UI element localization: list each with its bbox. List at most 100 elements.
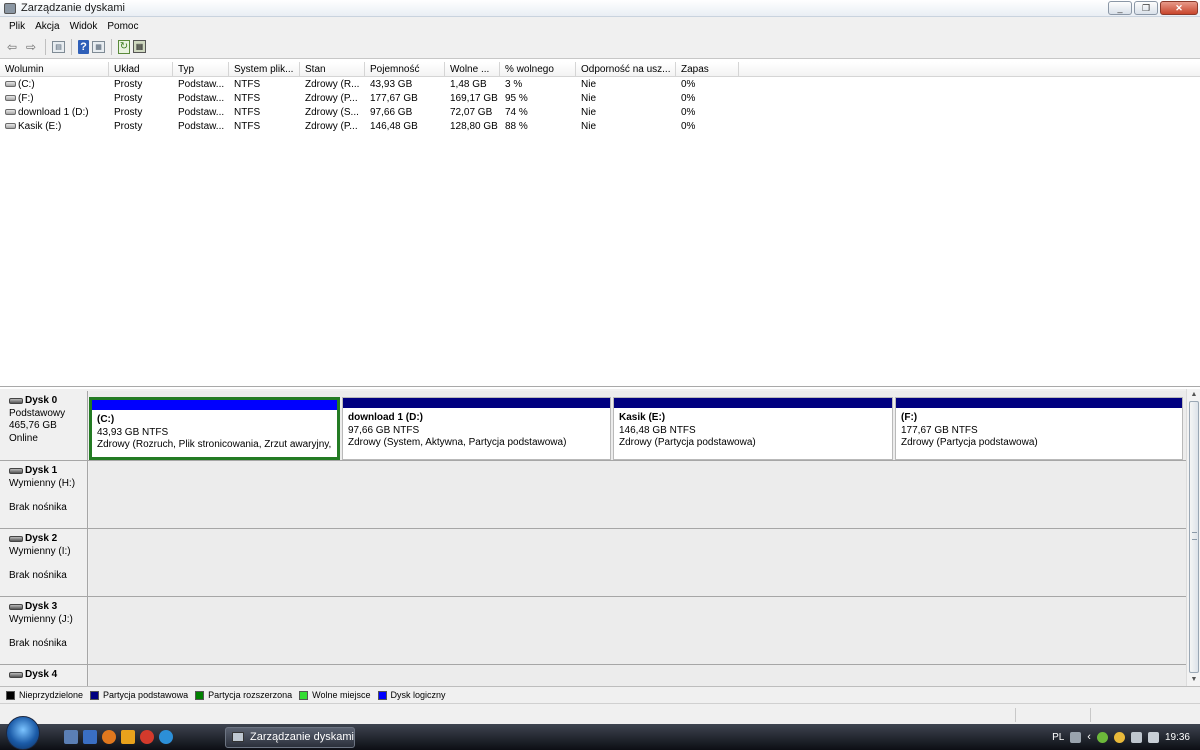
taskbar-button-disk-management[interactable]: Zarządzanie dyskami xyxy=(225,726,355,748)
table-row[interactable]: download 1 (D:) Prosty Podstaw... NTFS Z… xyxy=(0,106,1200,120)
cell-wolumin: (C:) xyxy=(0,78,109,92)
disk-label[interactable]: Dysk 2 Wymienny (I:) Brak nośnika xyxy=(2,529,88,596)
legend-item: Partycja rozszerzona xyxy=(195,690,292,700)
disk-label[interactable]: Dysk 4 xyxy=(2,665,88,686)
partition-c[interactable]: (C:) 43,93 GB NTFS Zdrowy (Rozruch, Plik… xyxy=(89,397,340,460)
removable-disk-icon xyxy=(9,468,23,475)
disk-label[interactable]: Dysk 3 Wymienny (J:) Brak nośnika xyxy=(2,597,88,664)
properties-icon[interactable]: ▦ xyxy=(92,40,105,53)
cell-zapas: 0% xyxy=(681,121,696,132)
show-hide-tree-icon[interactable]: ▤ xyxy=(52,40,65,53)
table-row[interactable]: (C:) Prosty Podstaw... NTFS Zdrowy (R...… xyxy=(0,78,1200,92)
forward-arrow-icon[interactable]: ⇨ xyxy=(23,39,39,55)
scrollbar-thumb[interactable] xyxy=(1189,401,1199,673)
disk-area xyxy=(89,597,1186,664)
network-icon[interactable] xyxy=(1130,731,1142,743)
disk-label[interactable]: Dysk 1 Wymienny (H:) Brak nośnika xyxy=(2,461,88,528)
scroll-grip-icon xyxy=(1192,532,1197,540)
language-indicator[interactable]: PL xyxy=(1052,732,1064,743)
start-button[interactable] xyxy=(6,716,40,750)
column-header-zapas[interactable]: Zapas xyxy=(676,62,739,77)
scroll-down-icon[interactable]: ▼ xyxy=(1187,674,1200,686)
close-button[interactable]: ✕ xyxy=(1160,1,1198,15)
cell-typ: Podstaw... xyxy=(178,107,225,118)
column-header-wolumin[interactable]: Wolumin xyxy=(0,62,109,77)
removable-disk-icon xyxy=(9,536,23,543)
toolbar-separator xyxy=(45,38,46,55)
cell-wolumin: (F:) xyxy=(0,92,109,106)
cell-zapas: 0% xyxy=(681,107,696,118)
partition-d[interactable]: download 1 (D:) 97,66 GB NTFS Zdrowy (Sy… xyxy=(342,397,611,460)
disk-row-dysk-2[interactable]: Dysk 2 Wymienny (I:) Brak nośnika xyxy=(0,529,1186,597)
antivirus-icon[interactable] xyxy=(1113,731,1125,743)
partition-info: (F:) 177,67 GB NTFS Zdrowy (Partycja pod… xyxy=(896,408,1182,450)
column-header-uklad[interactable]: Układ xyxy=(109,62,173,77)
column-header-procent-wolnego[interactable]: % wolnego xyxy=(500,62,576,77)
disk-row-dysk-1[interactable]: Dysk 1 Wymienny (H:) Brak nośnika xyxy=(0,461,1186,529)
partition-name: (C:) xyxy=(97,414,115,425)
disk-row-dysk-3[interactable]: Dysk 3 Wymienny (J:) Brak nośnika xyxy=(0,597,1186,665)
cell-stan: Zdrowy (R... xyxy=(305,79,360,90)
disk-map-scrollbar[interactable]: ▲ ▼ xyxy=(1186,389,1200,686)
chrome-icon[interactable] xyxy=(140,730,154,744)
cell-wolne: 72,07 GB xyxy=(450,107,493,118)
cell-stan: Zdrowy (P... xyxy=(305,121,358,132)
help-icon[interactable]: ? xyxy=(78,39,89,54)
minimize-button[interactable]: _ xyxy=(1108,1,1132,15)
disk-kind: Podstawowy xyxy=(9,407,66,419)
firefox-icon[interactable] xyxy=(102,730,116,744)
menu-pomoc[interactable]: Pomoc xyxy=(102,21,143,32)
partition-state: Zdrowy (Partycja podstawowa) xyxy=(901,437,1038,448)
volume-list: Wolumin Układ Typ System plik... Stan Po… xyxy=(0,60,1200,387)
cell-system-plikow: NTFS xyxy=(234,93,261,104)
partition-e[interactable]: Kasik (E:) 146,48 GB NTFS Zdrowy (Partyc… xyxy=(613,397,893,460)
show-hidden-icons-icon[interactable]: ‹ xyxy=(1087,731,1091,743)
status-divider xyxy=(1090,708,1091,722)
hard-disk-icon xyxy=(9,398,23,405)
column-header-odpornosc[interactable]: Odporność na usz... xyxy=(576,62,676,77)
disk-name: Dysk 1 xyxy=(25,465,58,476)
clock[interactable]: 19:36 xyxy=(1165,732,1190,743)
volume-icon[interactable] xyxy=(1147,731,1159,743)
partition-f[interactable]: (F:) 177,67 GB NTFS Zdrowy (Partycja pod… xyxy=(895,397,1183,460)
maximize-button[interactable]: ❐ xyxy=(1134,1,1158,15)
disk-row-dysk-0[interactable]: Dysk 0 Podstawowy 465,76 GB Online (C:) … xyxy=(0,391,1186,461)
cell-pojemnosc: 43,93 GB xyxy=(370,79,413,90)
disk-name-row: Dysk 2 xyxy=(9,533,87,546)
menu-akcja[interactable]: Akcja xyxy=(30,21,64,32)
disk-label[interactable]: Dysk 0 Podstawowy 465,76 GB Online xyxy=(2,391,88,460)
column-header-wolne[interactable]: Wolne ... xyxy=(445,62,500,77)
column-header-stan[interactable]: Stan xyxy=(300,62,365,77)
back-arrow-icon[interactable]: ⇦ xyxy=(4,39,20,55)
table-row[interactable]: (F:) Prosty Podstaw... NTFS Zdrowy (P...… xyxy=(0,92,1200,106)
disk-view-icon[interactable]: ▦ xyxy=(133,40,146,53)
partition-strip: (C:) 43,93 GB NTFS Zdrowy (Rozruch, Plik… xyxy=(89,397,1183,460)
table-row[interactable]: Kasik (E:) Prosty Podstaw... NTFS Zdrowy… xyxy=(0,120,1200,134)
partition-info: download 1 (D:) 97,66 GB NTFS Zdrowy (Sy… xyxy=(343,408,610,450)
legend-label: Partycja podstawowa xyxy=(103,690,189,700)
cell-typ: Podstaw... xyxy=(178,93,225,104)
keyboard-icon[interactable] xyxy=(1070,731,1082,743)
refresh-icon[interactable]: ↻ xyxy=(118,39,130,54)
show-desktop-icon[interactable] xyxy=(64,730,78,744)
menu-widok[interactable]: Widok xyxy=(65,21,103,32)
menu-plik[interactable]: Plik xyxy=(4,21,30,32)
column-header-typ[interactable]: Typ xyxy=(173,62,229,77)
switch-windows-icon[interactable] xyxy=(83,730,97,744)
disk-media: Brak nośnika xyxy=(9,638,67,649)
scroll-up-icon[interactable]: ▲ xyxy=(1187,389,1200,401)
security-icon[interactable] xyxy=(1096,731,1108,743)
legend-swatch xyxy=(377,690,387,700)
disk-row-dysk-4[interactable]: Dysk 4 xyxy=(0,665,1186,686)
cell-procent-wolnego: 3 % xyxy=(505,79,523,90)
internet-explorer-icon[interactable] xyxy=(159,730,173,744)
drive-icon xyxy=(5,109,16,115)
media-player-icon[interactable] xyxy=(121,730,135,744)
toolbar: ⇦ ⇨ ▤ ? ▦ ↻ ▦ xyxy=(0,35,1200,59)
legend-swatch xyxy=(195,690,205,700)
window-title: Zarządzanie dyskami xyxy=(21,2,125,14)
menu-bar: Plik Akcja Widok Pomoc xyxy=(0,17,1200,35)
column-header-pojemnosc[interactable]: Pojemność xyxy=(365,62,445,77)
column-header-system-plikow[interactable]: System plik... xyxy=(229,62,300,77)
